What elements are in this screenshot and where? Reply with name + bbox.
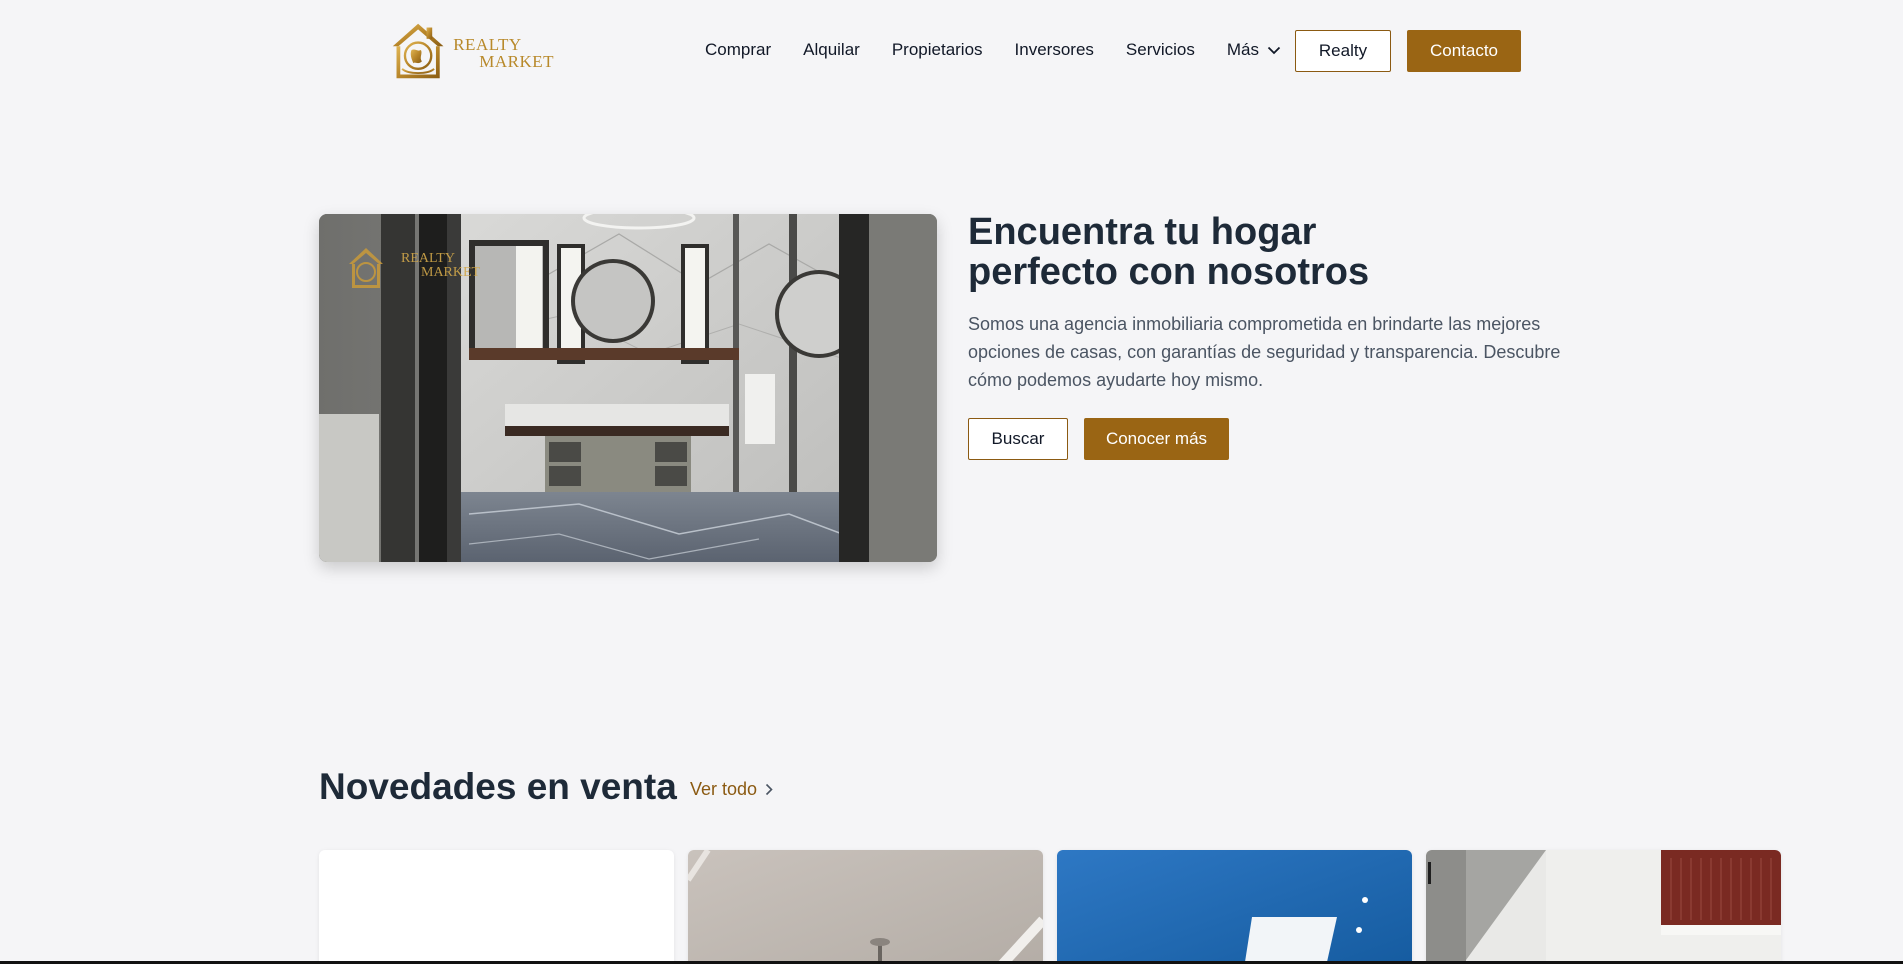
search-button[interactable]: Buscar xyxy=(968,418,1068,460)
listing-card-1[interactable] xyxy=(319,850,674,964)
image-logo-line-1: REALTY xyxy=(401,251,455,266)
listing-card-4[interactable] xyxy=(1426,850,1781,964)
nav-more-label: Más xyxy=(1226,40,1260,59)
hero-description: Somos una agencia inmobiliaria compromet… xyxy=(968,314,1561,390)
realty-button[interactable]: Realty xyxy=(1295,30,1391,72)
section-title-new-sales: Novedades en venta xyxy=(319,766,677,807)
listing-photo-4 xyxy=(1426,850,1781,964)
nav-servicios[interactable]: Servicios xyxy=(1126,40,1195,60)
nav-inversores[interactable]: Inversores xyxy=(1015,40,1094,60)
listing-card-2[interactable] xyxy=(688,850,1043,964)
listing-photo-2 xyxy=(688,850,1043,964)
hero-bathroom-image: REALTY MARKET xyxy=(319,214,937,562)
chevron-right-icon xyxy=(765,783,773,796)
hero-title: Encuentra tu hogar perfecto con nosotros xyxy=(968,211,1370,293)
see-all-label: Ver todo xyxy=(690,779,758,799)
nav-propietarios[interactable]: Propietarios xyxy=(892,40,983,60)
logo-line-1: REALTY xyxy=(453,35,522,54)
nav-alquilar[interactable]: Alquilar xyxy=(803,40,860,60)
logo-line-2: MARKET xyxy=(479,52,554,71)
site-logo[interactable]: REALTY MARKET xyxy=(389,20,554,82)
main-nav: Comprar Alquilar Propietarios Inversores… xyxy=(705,40,1281,60)
learn-more-button[interactable]: Conocer más xyxy=(1084,418,1229,460)
chevron-down-icon xyxy=(1267,46,1281,54)
house-globe-logo-icon xyxy=(392,23,444,79)
listing-photo-3 xyxy=(1057,850,1412,964)
see-all-link[interactable]: Ver todo xyxy=(690,779,773,800)
image-logo-line-2: MARKET xyxy=(421,265,481,280)
nav-comprar[interactable]: Comprar xyxy=(705,40,771,60)
listing-card-3[interactable] xyxy=(1057,850,1412,964)
contact-button[interactable]: Contacto xyxy=(1407,30,1521,72)
nav-more-dropdown[interactable]: Más xyxy=(1227,40,1281,60)
